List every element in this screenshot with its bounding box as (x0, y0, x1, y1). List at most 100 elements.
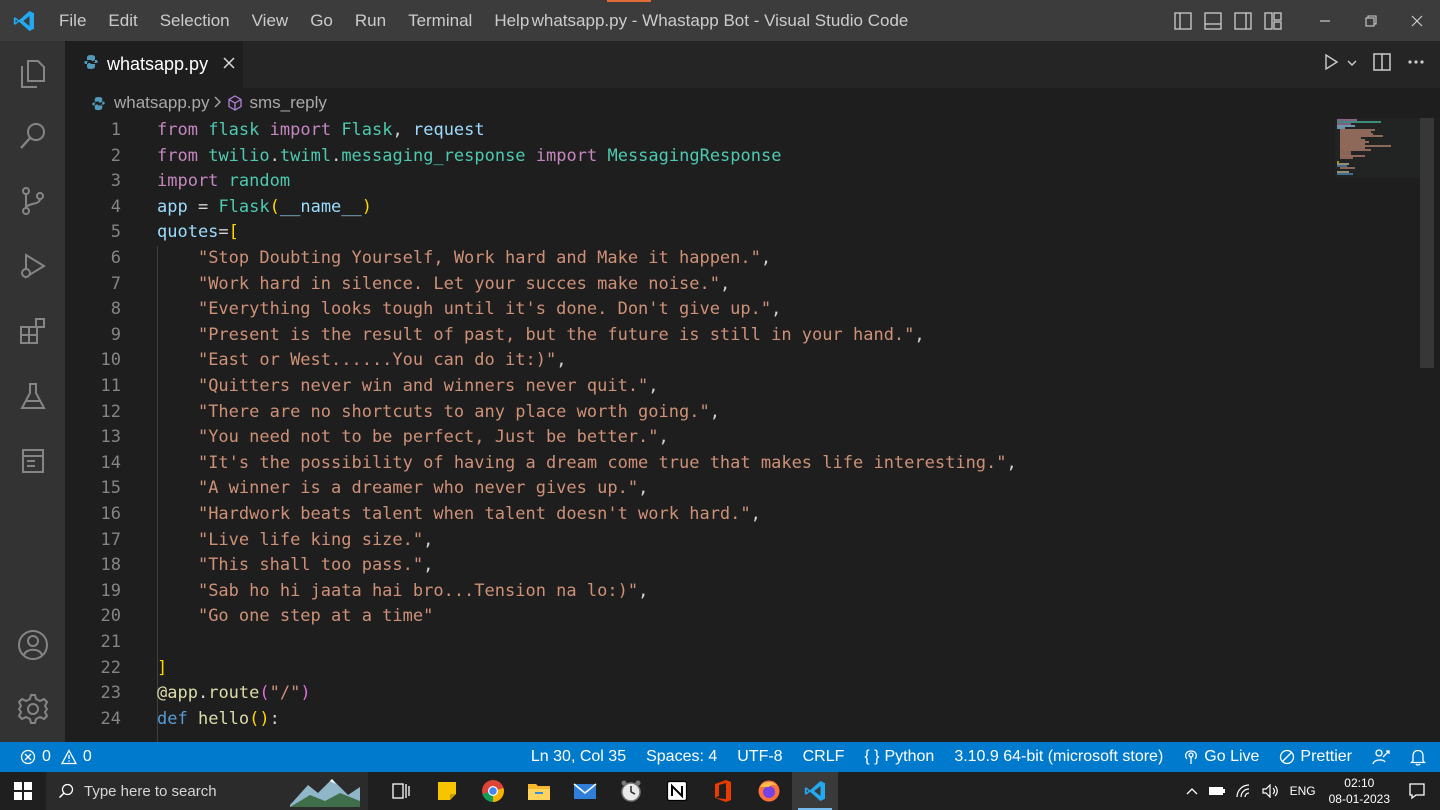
clock[interactable]: 02:10 08-01-2023 (1321, 775, 1398, 807)
battery-icon[interactable] (1203, 785, 1231, 797)
code-line[interactable]: 6 "Stop Doubting Yourself, Work hard and… (65, 246, 1325, 272)
toggle-secondary-sidebar-icon[interactable] (1228, 0, 1258, 41)
feedback-icon[interactable] (1362, 742, 1400, 772)
menu-view[interactable]: View (241, 0, 300, 41)
code-line[interactable]: 2 from twilio.twiml.messaging_response im… (65, 144, 1325, 170)
code-editor[interactable]: 1 from flask import Flask, request 2 from t… (65, 118, 1440, 742)
windows-start-icon[interactable] (0, 772, 46, 810)
language-mode[interactable]: { } Python (854, 742, 944, 772)
menu-terminal[interactable]: Terminal (397, 0, 483, 41)
code-line[interactable]: 14 "It's the possibility of having a dre… (65, 451, 1325, 477)
wifi-icon[interactable] (1231, 784, 1257, 798)
testing-icon[interactable] (0, 366, 65, 426)
volume-icon[interactable] (1257, 784, 1285, 798)
code-token: ) (361, 196, 373, 217)
run-debug-icon[interactable] (0, 236, 65, 296)
customize-layout-icon[interactable] (1258, 0, 1288, 41)
indentation[interactable]: Spaces: 4 (636, 742, 727, 772)
alarms-clock-icon[interactable] (608, 772, 654, 810)
code-line[interactable]: 11 "Quitters never win and winners never… (65, 374, 1325, 400)
tab-whatsapp-py[interactable]: whatsapp.py (65, 41, 243, 88)
notifications-bell-icon[interactable] (1400, 742, 1440, 772)
encoding[interactable]: UTF-8 (727, 742, 792, 772)
search-icon[interactable] (0, 106, 65, 166)
action-center-icon[interactable] (1398, 782, 1440, 800)
manage-gear-icon[interactable] (0, 679, 65, 739)
toggle-primary-sidebar-icon[interactable] (1168, 0, 1198, 41)
code-line[interactable]: 19 "Sab ho hi jaata hai bro...Tension na… (65, 579, 1325, 605)
menu-run[interactable]: Run (344, 0, 397, 41)
menu-help[interactable]: Help (483, 0, 540, 41)
extensions-icon[interactable] (0, 301, 65, 361)
explorer-icon[interactable] (0, 43, 65, 103)
search-icon (58, 783, 74, 799)
split-editor-icon[interactable] (1372, 52, 1392, 77)
line-number: 14 (100, 452, 121, 473)
problems-indicator[interactable]: 0 0 (0, 748, 92, 766)
sticky-notes-icon[interactable] (424, 772, 470, 810)
code-line[interactable]: 15 "A winner is a dreamer who never give… (65, 476, 1325, 502)
menu-go[interactable]: Go (299, 0, 344, 41)
tab-label: whatsapp.py (107, 54, 209, 74)
code-line[interactable]: 23 @app.route("/") (65, 681, 1325, 707)
code-line[interactable]: 9 "Present is the result of past, but th… (65, 323, 1325, 349)
go-live-button[interactable]: Go Live (1173, 742, 1269, 772)
code-line[interactable]: 16 "Hardwork beats talent when talent do… (65, 502, 1325, 528)
code-line[interactable]: 7 "Work hard in silence. Let your succes… (65, 272, 1325, 298)
code-line[interactable]: 17 "Live life king size.", (65, 528, 1325, 554)
vertical-scrollbar[interactable] (1420, 118, 1434, 742)
taskbar-search-box[interactable]: Type here to search (46, 772, 368, 810)
minimap[interactable] (1335, 118, 1421, 742)
menu-selection[interactable]: Selection (149, 0, 241, 41)
office-icon[interactable] (700, 772, 746, 810)
vscode-taskbar-icon[interactable] (792, 772, 838, 810)
code-line[interactable]: 4 app = Flask(__name__) (65, 195, 1325, 221)
restore-icon[interactable] (1348, 0, 1394, 41)
code-line[interactable]: 20 "Go one step at a time" (65, 604, 1325, 630)
task-view-icon[interactable] (378, 772, 424, 810)
more-actions-icon[interactable] (1406, 52, 1426, 77)
code-line[interactable]: 3 import random (65, 169, 1325, 195)
prettier-button[interactable]: Prettier (1269, 742, 1362, 772)
menu-file[interactable]: File (48, 0, 97, 41)
python-interpreter[interactable]: 3.10.9 64-bit (microsoft store) (944, 742, 1173, 772)
accounts-icon[interactable] (0, 615, 65, 675)
run-python-file-icon[interactable] (1322, 53, 1340, 76)
chrome-icon[interactable] (470, 772, 516, 810)
notion-icon[interactable] (654, 772, 700, 810)
code-token: "Live life king size." (197, 529, 424, 550)
tab-close-icon[interactable] (222, 53, 236, 76)
code-line[interactable]: 8 "Everything looks tough until it's don… (65, 297, 1325, 323)
run-dropdown-chevron-icon[interactable] (1346, 56, 1358, 74)
code-line[interactable]: 10 "East or West......You can do it:)", (65, 348, 1325, 374)
code-token: random (228, 171, 291, 192)
code-line[interactable]: 21 (65, 630, 1325, 656)
code-line[interactable]: 22] (65, 656, 1325, 682)
code-line[interactable]: 5 quotes=[ (65, 220, 1325, 246)
source-control-icon[interactable] (0, 171, 65, 231)
file-explorer-icon[interactable] (516, 772, 562, 810)
breadcrumb-symbol[interactable]: sms_reply (249, 93, 326, 113)
tray-chevron-up-icon[interactable] (1181, 786, 1203, 796)
minimize-icon[interactable] (1302, 0, 1348, 41)
code-token: "A winner is a dreamer who never gives u… (197, 478, 639, 499)
scrollbar-thumb[interactable] (1420, 118, 1434, 368)
toggle-panel-icon[interactable] (1198, 0, 1228, 41)
remote-explorer-icon[interactable] (0, 431, 65, 491)
close-window-icon[interactable] (1394, 0, 1440, 41)
breadcrumb-file[interactable]: whatsapp.py (114, 93, 209, 113)
firefox-icon[interactable] (746, 772, 792, 810)
code-line[interactable]: 13 "You need not to be perfect, Just be … (65, 425, 1325, 451)
code-line[interactable]: 1 from flask import Flask, request (65, 118, 1325, 144)
mail-icon[interactable] (562, 772, 608, 810)
cursor-position[interactable]: Ln 30, Col 35 (521, 742, 636, 772)
code-line[interactable]: 18 "This shall too pass.", (65, 553, 1325, 579)
code-line[interactable]: 24 def hello(): (65, 707, 1325, 733)
input-language[interactable]: ENG (1285, 784, 1321, 798)
code-token: import (535, 145, 598, 166)
menu-edit[interactable]: Edit (97, 0, 148, 41)
code-line[interactable]: 12 "There are no shortcuts to any place … (65, 400, 1325, 426)
line-code: def hello(): (157, 707, 280, 733)
end-of-line[interactable]: CRLF (793, 742, 855, 772)
